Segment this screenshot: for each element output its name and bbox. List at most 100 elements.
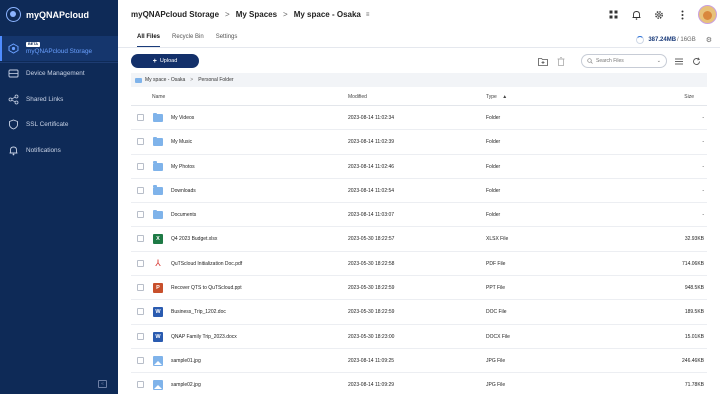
sidebar-item-shared-links[interactable]: Shared Links: [0, 87, 118, 113]
path-separator: >: [190, 77, 194, 83]
image-file-icon: [153, 355, 163, 366]
row-checkbox[interactable]: [137, 284, 144, 292]
table-row[interactable]: P Recover QTS to QuTScloud.ppt 2023-05-3…: [131, 276, 707, 301]
path-space[interactable]: My space - Osaka: [145, 77, 185, 83]
user-avatar[interactable]: [698, 5, 717, 24]
file-type: XLSX File: [486, 236, 509, 243]
row-checkbox[interactable]: [137, 332, 144, 340]
search-input[interactable]: [596, 58, 656, 64]
file-type: Folder: [486, 163, 501, 170]
file-name[interactable]: sample01.jpg: [171, 358, 201, 364]
more-options-icon[interactable]: [677, 10, 687, 20]
beta-badge: BETA: [26, 41, 40, 47]
search-field[interactable]: ⌄: [581, 54, 667, 68]
file-name[interactable]: Documents: [171, 212, 196, 218]
table-row[interactable]: My Videos 2023-08-14 11:02:34 Folder -: [131, 106, 707, 131]
sidebar-item-device-management[interactable]: Device Management: [0, 61, 118, 87]
column-size[interactable]: Size: [684, 94, 694, 100]
new-folder-icon[interactable]: [538, 56, 548, 66]
row-checkbox[interactable]: [137, 259, 144, 267]
file-modified: 2023-08-14 11:09:25: [348, 357, 395, 364]
row-checkbox[interactable]: [137, 138, 144, 146]
row-checkbox[interactable]: [137, 381, 144, 389]
column-modified[interactable]: Modified: [348, 94, 367, 100]
excel-file-icon: X: [153, 234, 163, 245]
file-name[interactable]: sample02.jpg: [171, 382, 201, 388]
tab-settings[interactable]: Settings: [216, 34, 238, 47]
table-row[interactable]: ⅄ QuTScloud Initialization Doc.pdf 2023-…: [131, 252, 707, 277]
notification-bell-icon[interactable]: [631, 10, 641, 20]
table-row[interactable]: sample02.jpg 2023-08-14 11:09:29 JPG Fil…: [131, 373, 707, 394]
row-checkbox[interactable]: [137, 356, 144, 364]
column-name[interactable]: Name: [152, 94, 165, 100]
row-checkbox[interactable]: [137, 186, 144, 194]
delete-icon[interactable]: [556, 56, 566, 66]
breadcrumb-storage[interactable]: myQNAPcloud Storage: [131, 10, 219, 19]
file-size: -: [702, 163, 704, 170]
tab-recycle-bin[interactable]: Recycle Bin: [172, 34, 204, 47]
file-modified: 2023-05-30 18:22:58: [348, 260, 395, 267]
file-list: My Videos 2023-08-14 11:02:34 Folder - M…: [131, 106, 707, 394]
table-row[interactable]: My Music 2023-08-14 11:02:39 Folder -: [131, 130, 707, 155]
image-file-icon: [153, 380, 163, 391]
row-checkbox[interactable]: [137, 235, 144, 243]
file-name[interactable]: QNAP Family Trip_2023.docx: [171, 334, 237, 340]
list-view-icon[interactable]: [674, 56, 684, 66]
file-name[interactable]: Business_Trip_1202.doc: [171, 309, 226, 315]
file-type: Folder: [486, 212, 501, 219]
brand[interactable]: myQNAPcloud: [6, 7, 89, 22]
sidebar-item-ssl-certificate[interactable]: SSL Certificate: [0, 112, 118, 138]
sidebar-item-label: myQNAPcloud Storage: [26, 48, 93, 56]
file-type: Folder: [486, 115, 501, 121]
file-modified: 2023-05-30 18:22:59: [348, 309, 395, 316]
sidebar-item-notifications[interactable]: Notifications: [0, 138, 118, 164]
sort-ascending-icon: ▲: [502, 94, 508, 100]
breadcrumb: myQNAPcloud Storage > My Spaces > My spa…: [131, 10, 369, 19]
storage-ring-icon: [636, 36, 645, 44]
breadcrumb-current-space: My space - Osaka: [293, 10, 361, 19]
table-row[interactable]: W Business_Trip_1202.doc 2023-05-30 18:2…: [131, 300, 707, 325]
column-type-label: Type: [486, 94, 497, 100]
file-name[interactable]: QuTScloud Initialization Doc.pdf: [171, 261, 242, 267]
apps-grid-icon[interactable]: [608, 10, 618, 20]
column-type[interactable]: Type ▲: [486, 94, 507, 100]
file-modified: 2023-08-14 11:02:39: [348, 139, 395, 146]
file-size: 948.5KB: [684, 285, 704, 292]
refresh-icon[interactable]: [691, 56, 701, 66]
file-size: 246.46KB: [682, 357, 704, 364]
breadcrumb-my-spaces[interactable]: My Spaces: [236, 10, 277, 19]
file-name[interactable]: Q4 2023 Budget.xlsx: [171, 236, 217, 242]
row-checkbox[interactable]: [137, 114, 144, 121]
tab-bar: All Files Recycle Bin Settings: [137, 34, 249, 47]
storage-settings-icon[interactable]: ⚙: [706, 36, 712, 44]
space-menu-icon[interactable]: ≡: [366, 12, 370, 18]
file-name[interactable]: Downloads: [171, 188, 196, 194]
settings-gear-icon[interactable]: [654, 10, 664, 20]
row-checkbox[interactable]: [137, 162, 144, 170]
tab-all-files[interactable]: All Files: [137, 34, 161, 47]
file-name[interactable]: My Photos: [171, 164, 195, 170]
row-checkbox[interactable]: [137, 308, 144, 316]
file-size: -: [702, 212, 704, 219]
chevron-down-icon[interactable]: ⌄: [657, 58, 661, 64]
row-checkbox[interactable]: [137, 211, 144, 219]
table-row[interactable]: X Q4 2023 Budget.xlsx 2023-05-30 18:22:5…: [131, 227, 707, 252]
file-name[interactable]: My Music: [171, 139, 192, 145]
sidebar-item-storage[interactable]: BETA myQNAPcloud Storage: [0, 36, 118, 61]
file-modified: 2023-08-14 11:02:34: [348, 115, 395, 121]
share-icon: [8, 94, 19, 105]
file-name[interactable]: Recover QTS to QuTScloud.ppt: [171, 285, 242, 291]
table-row[interactable]: My Photos 2023-08-14 11:02:46 Folder -: [131, 155, 707, 179]
collapse-sidebar-icon[interactable]: «: [98, 380, 107, 388]
table-header: Name Modified Type ▲ Size: [131, 89, 707, 106]
file-type: DOC File: [486, 309, 507, 316]
path-current-folder: Personal Folder: [198, 77, 234, 83]
upload-button[interactable]: + Upload: [131, 54, 199, 68]
search-icon: [587, 58, 593, 64]
file-type: JPG File: [486, 357, 506, 364]
table-row[interactable]: Documents 2023-08-14 11:03:07 Folder -: [131, 203, 707, 228]
table-row[interactable]: W QNAP Family Trip_2023.docx 2023-05-30 …: [131, 325, 707, 349]
table-row[interactable]: sample01.jpg 2023-08-14 11:09:25 JPG Fil…: [131, 349, 707, 374]
file-name[interactable]: My Videos: [171, 115, 194, 121]
table-row[interactable]: Downloads 2023-08-14 11:02:54 Folder -: [131, 179, 707, 204]
